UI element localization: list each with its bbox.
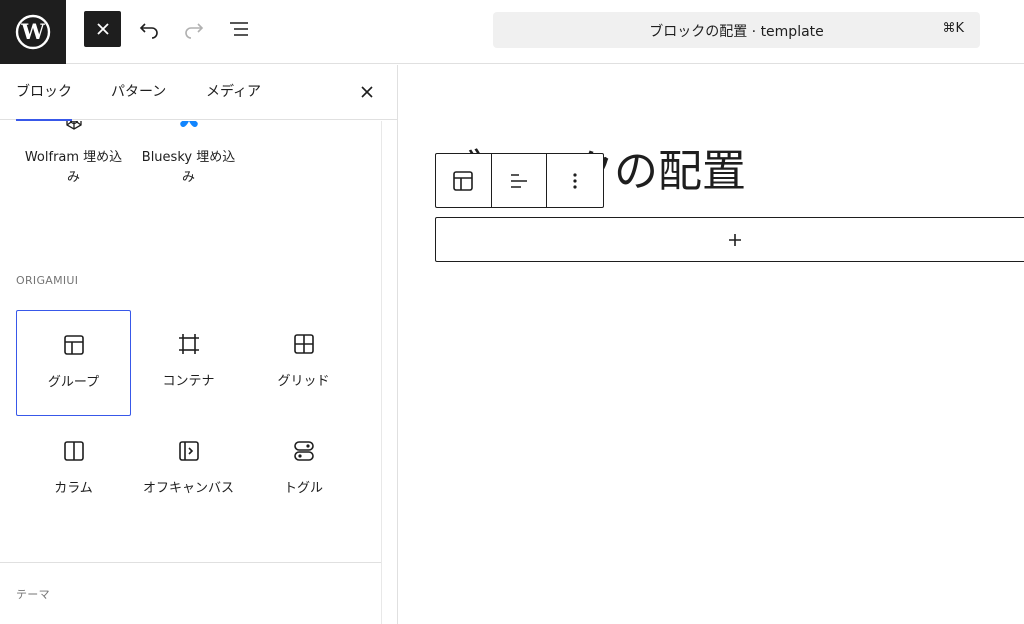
- list-view-icon: [230, 22, 248, 36]
- block-label: オフキャンバス: [142, 481, 234, 496]
- block-label: グリッド: [277, 374, 330, 389]
- svg-text:W: W: [20, 19, 45, 44]
- redo-icon: [185, 23, 204, 39]
- toggle-icon: [293, 441, 314, 461]
- block-toolbar: [435, 153, 604, 208]
- command-palette-button[interactable]: ブロックの配置 · template ⌘K: [493, 12, 980, 48]
- container-icon: [178, 334, 199, 354]
- document-overview-button[interactable]: [224, 14, 254, 44]
- wolfram-icon: [65, 121, 82, 130]
- inserter-tabs: ブロック パターン メディア: [0, 65, 397, 121]
- section-divider: [0, 562, 381, 563]
- grid-icon: [293, 334, 314, 354]
- block-label: トグル: [283, 481, 323, 496]
- align-button[interactable]: [492, 154, 548, 207]
- offcanvas-icon: [178, 441, 199, 461]
- wordpress-logo[interactable]: W: [0, 0, 66, 64]
- plus-icon: [729, 233, 741, 246]
- top-toolbar: W ブロックの配置 · template ⌘K: [0, 0, 1024, 64]
- close-editor-button[interactable]: [84, 11, 121, 47]
- shortcut-label: ⌘K: [942, 21, 964, 36]
- columns-icon: [63, 441, 84, 461]
- block-container[interactable]: コンテナ: [131, 310, 246, 416]
- block-wolfram-embed[interactable]: Wolfram 埋め込み: [16, 121, 131, 192]
- redo-button[interactable]: [179, 14, 209, 44]
- group-icon: [453, 170, 474, 191]
- close-inserter-button[interactable]: [357, 82, 377, 102]
- bluesky-icon: [179, 121, 198, 128]
- tab-media[interactable]: メディア: [206, 65, 261, 120]
- block-columns[interactable]: カラム: [16, 417, 131, 523]
- close-icon: [361, 86, 373, 98]
- block-offcanvas[interactable]: オフキャンバス: [131, 417, 246, 523]
- sidebar-scrollbar[interactable]: [381, 121, 397, 624]
- more-vertical-icon: [573, 172, 577, 189]
- block-label: コンテナ: [162, 374, 215, 389]
- block-label: Wolfram 埋め込み: [24, 150, 123, 185]
- block-label: グループ: [47, 375, 100, 390]
- block-bluesky-embed[interactable]: Bluesky 埋め込み: [131, 121, 246, 192]
- tab-patterns[interactable]: パターン: [111, 65, 166, 120]
- block-type-button[interactable]: [436, 154, 492, 207]
- undo-icon: [139, 23, 158, 39]
- block-toggle[interactable]: トグル: [246, 417, 361, 523]
- align-left-icon: [511, 173, 527, 188]
- block-appender-button[interactable]: [435, 217, 1024, 262]
- tab-blocks[interactable]: ブロック: [16, 65, 72, 121]
- block-grid[interactable]: グリッド: [246, 310, 361, 416]
- undo-button[interactable]: [134, 14, 164, 44]
- block-label: Bluesky 埋め込み: [141, 150, 236, 185]
- section-title-theme: テーマ: [16, 588, 50, 601]
- block-group[interactable]: グループ: [16, 310, 131, 416]
- group-icon: [63, 335, 84, 355]
- close-icon: [96, 23, 109, 35]
- more-options-button[interactable]: [547, 154, 603, 207]
- wordpress-icon: W: [15, 14, 51, 50]
- section-title-origamiui: ORIGAMIUI: [16, 274, 79, 287]
- document-title: ブロックの配置 · template: [649, 24, 824, 40]
- block-label: カラム: [54, 481, 93, 496]
- block-list: Wolfram 埋め込み Bluesky 埋め込み ORIGAMIUI グループ: [0, 121, 381, 624]
- block-inserter-panel: ブロック パターン メディア Wolfram 埋め込み Bluesky 埋め込み…: [0, 65, 398, 624]
- editor-canvas: ブロックの配置: [398, 65, 1024, 624]
